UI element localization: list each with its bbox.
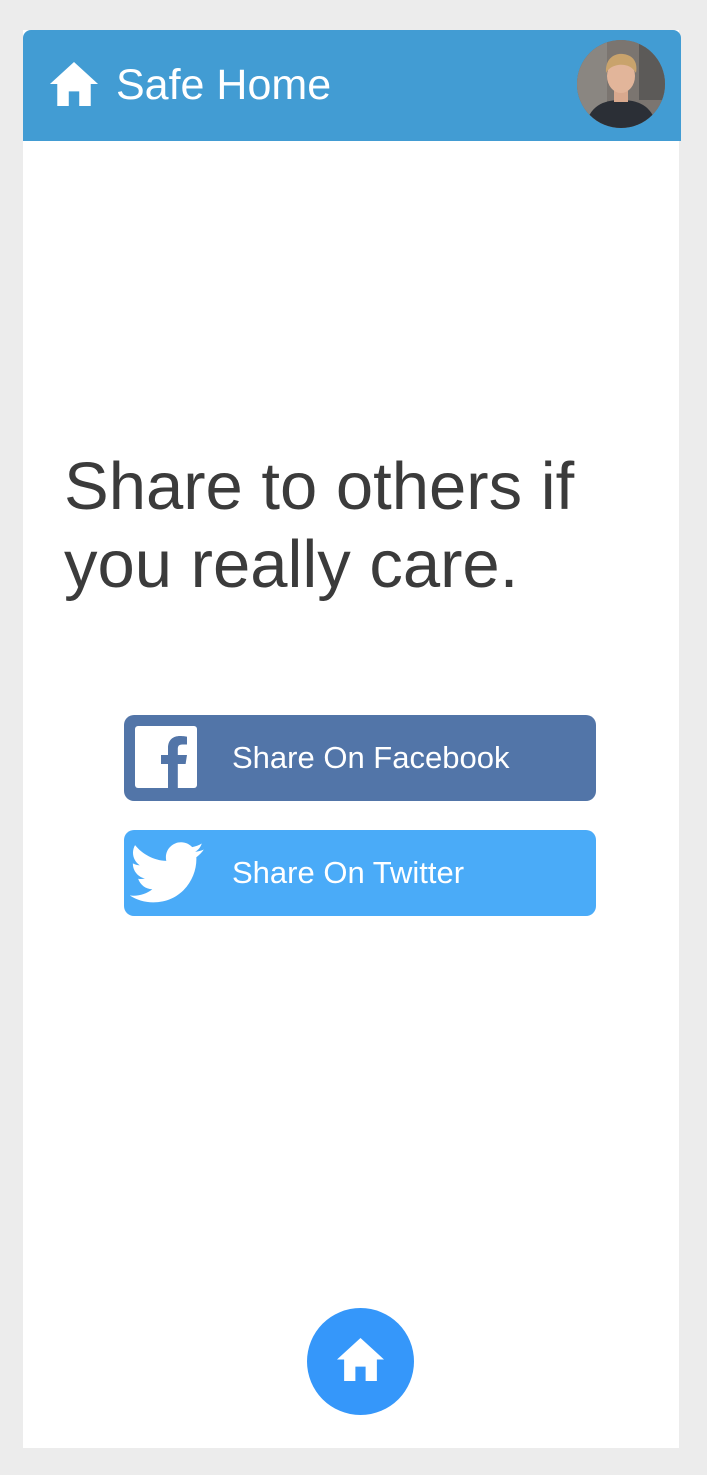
share-facebook-button[interactable]: Share On Facebook [124, 715, 596, 801]
app-screen: Safe Home Share to others if you really … [23, 30, 681, 1448]
share-facebook-label: Share On Facebook [232, 740, 510, 775]
facebook-icon [135, 726, 197, 788]
home-icon [335, 1337, 386, 1382]
twitter-icon [130, 842, 204, 904]
page-headline: Share to others if you really care. [64, 449, 575, 602]
app-title: Safe Home [116, 61, 332, 109]
share-twitter-button[interactable]: Share On Twitter [124, 830, 596, 916]
user-avatar[interactable] [577, 40, 665, 128]
home-icon[interactable] [48, 61, 100, 107]
home-fab-button[interactable] [307, 1308, 414, 1415]
share-twitter-label: Share On Twitter [232, 855, 465, 890]
app-header: Safe Home [23, 30, 681, 141]
